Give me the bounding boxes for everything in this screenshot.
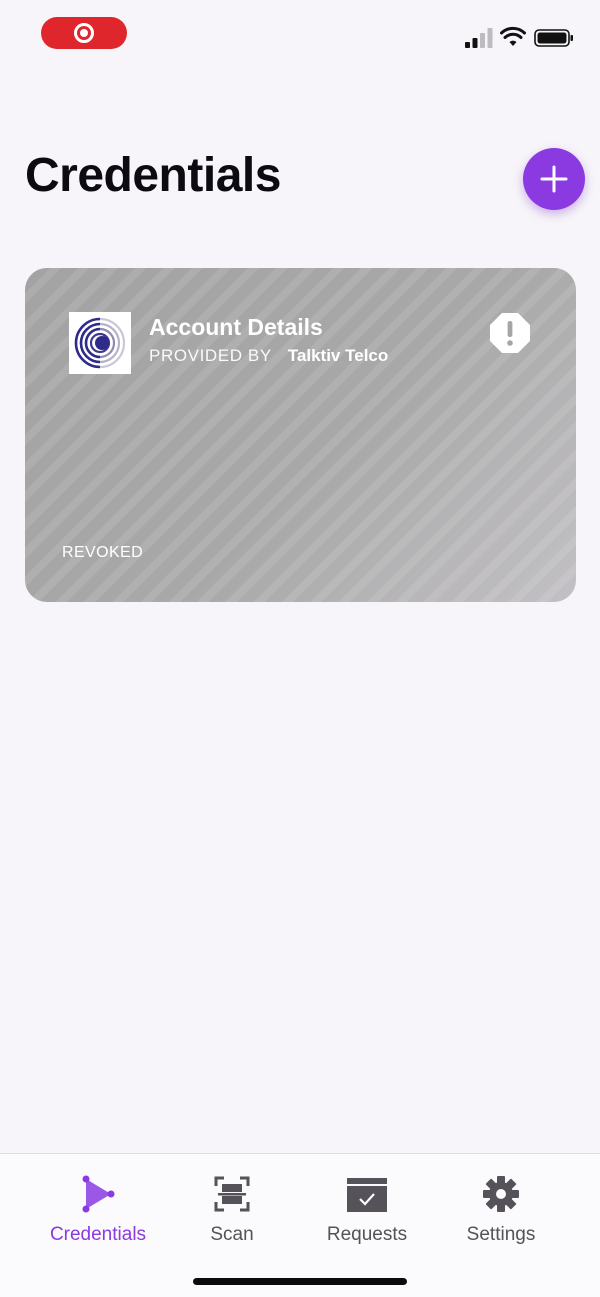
credential-title: Account Details <box>149 314 323 340</box>
scan-icon <box>214 1176 250 1212</box>
tab-label: Requests <box>326 1224 408 1245</box>
screen-recording-icon <box>74 23 94 43</box>
provider-name: Talktiv Telco <box>287 346 389 365</box>
add-credential-button[interactable] <box>523 148 585 210</box>
screen-recording-indicator[interactable] <box>41 17 127 49</box>
wifi-icon <box>500 26 526 46</box>
provided-by-row: PROVIDED BY Talktiv Telco <box>149 346 388 366</box>
tab-label: Credentials <box>49 1224 147 1245</box>
page-title: Credentials <box>25 149 281 202</box>
cellular-signal-icon <box>465 28 493 48</box>
tab-label: Scan <box>210 1224 254 1245</box>
tab-requests[interactable]: Requests <box>297 1174 437 1264</box>
plus-icon <box>540 165 568 193</box>
exclamation-octagon-icon <box>490 313 530 353</box>
tab-credentials[interactable]: Credentials <box>28 1174 168 1264</box>
issuer-logo <box>69 312 131 374</box>
gear-icon <box>483 1176 519 1212</box>
status-bar <box>0 0 600 70</box>
tab-bar: Credentials Scan Requests Settings <box>0 1153 600 1297</box>
home-indicator[interactable] <box>193 1278 407 1285</box>
tab-scan[interactable]: Scan <box>162 1174 302 1264</box>
concentric-circles-logo <box>74 317 126 369</box>
credential-status: REVOKED <box>62 544 144 561</box>
credential-card[interactable]: Account Details PROVIDED BY Talktiv Telc… <box>25 268 576 602</box>
battery-icon <box>534 29 573 47</box>
tab-label: Settings <box>466 1224 536 1245</box>
credentials-triangle-icon <box>82 1175 115 1213</box>
tab-settings[interactable]: Settings <box>431 1174 571 1264</box>
provided-by-label: PROVIDED BY <box>149 346 272 365</box>
requests-inbox-icon <box>347 1178 387 1212</box>
